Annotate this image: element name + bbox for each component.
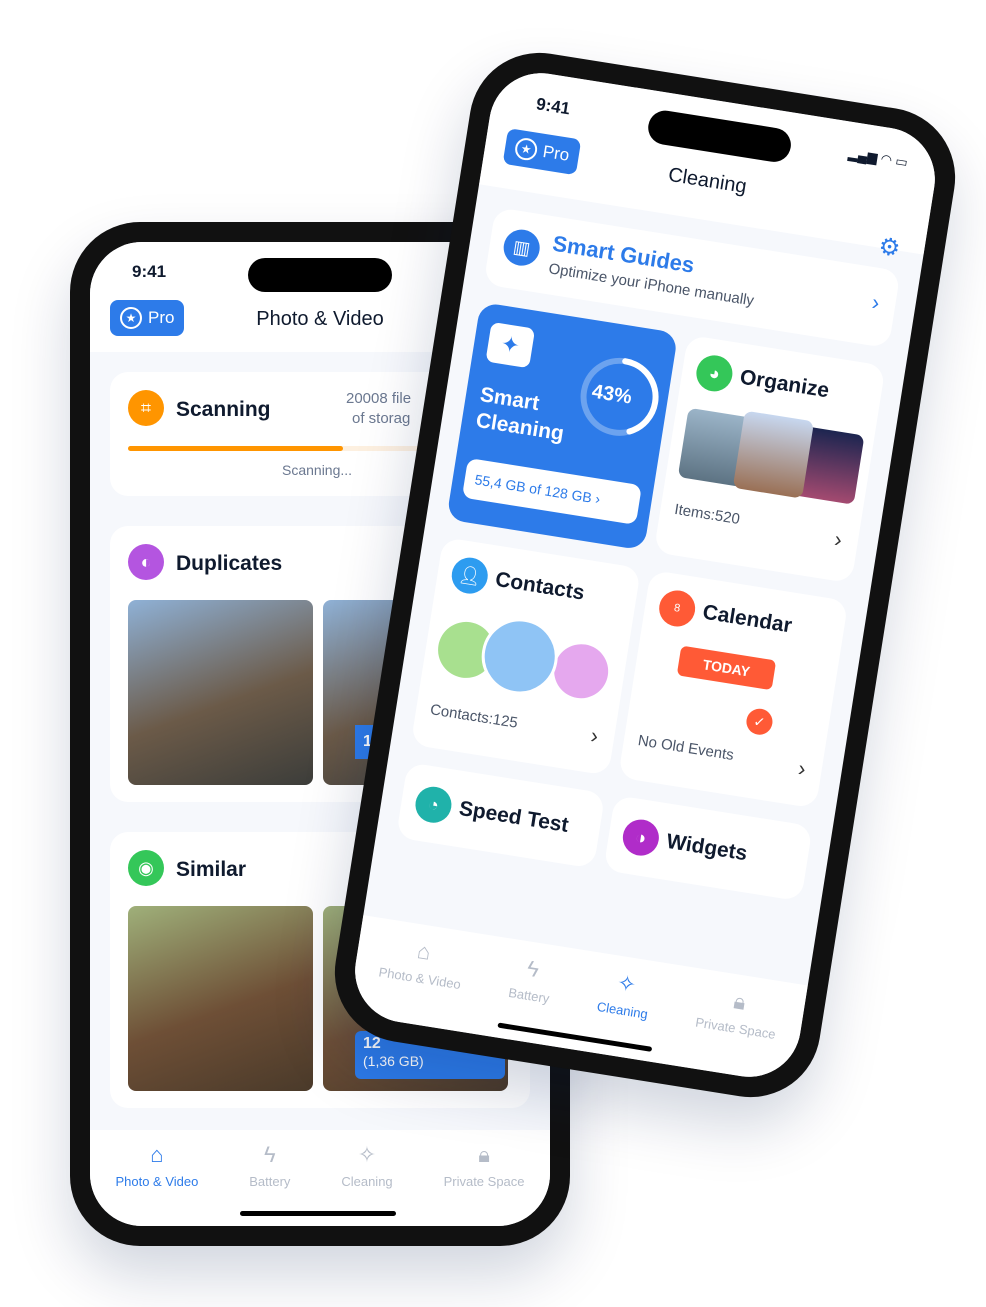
chevron-right-icon: › [796, 755, 808, 782]
similar-title: Similar [176, 858, 247, 881]
organize-title: Organize [738, 365, 831, 403]
organize-count: Items:520 [673, 500, 742, 529]
chevron-right-icon: › [832, 526, 844, 553]
scanning-title: Scanning [176, 398, 271, 421]
right-phone: 9:41 ▂▄▆ ◠ ▭ ★ Pro Cleaning ⚙ ▥ Smart Gui… [324, 42, 966, 1108]
similar-photo[interactable] [128, 906, 313, 1091]
bolt-icon: ϟ [525, 955, 541, 983]
duplicates-title: Duplicates [176, 552, 283, 575]
home-icon: ⌂ [415, 938, 433, 965]
lock-icon: 🔒︎ [731, 988, 748, 1015]
organize-card[interactable]: ◕ Organize Items:520 › [653, 334, 886, 584]
contacts-card[interactable]: 👤︎ Contacts Contacts:125 › [410, 537, 642, 776]
home-icon: ⌂ [150, 1142, 164, 1167]
smart-cleaning-card[interactable]: ✦ 43% Smart Cleaning 55,4 GB of 128 GB › [446, 301, 679, 551]
calendar-card[interactable]: 8 Calendar TODAY ✓ No Old Events › [618, 569, 849, 809]
bolt-icon: ϟ [264, 1142, 276, 1167]
widgets-title: Widgets [664, 829, 749, 866]
organize-photo [732, 410, 815, 499]
calendar-status: No Old Events [636, 732, 735, 764]
duplicate-photo[interactable] [128, 600, 313, 785]
scan-icon: ⌗ [128, 390, 164, 426]
tab-photo-video[interactable]: ⌂ Photo & Video [372, 933, 467, 1031]
contact-avatar [550, 640, 613, 703]
sparkle-icon: ✧ [615, 969, 638, 998]
sparkle-icon: ✧ [357, 1142, 377, 1167]
organize-icon: ◕ [693, 352, 735, 394]
storage-text: of storag [352, 410, 411, 427]
tab-photo-video[interactable]: ⌂ Photo & Video [115, 1142, 198, 1226]
widgets-card[interactable]: ◑ Widgets [603, 795, 813, 902]
speed-test-card[interactable]: ◔ Speed Test [395, 762, 606, 869]
cleaning-screen: 9:41 ▂▄▆ ◠ ▭ ★ Pro Cleaning ⚙ ▥ Smart Gui… [347, 65, 943, 1085]
scan-status: Scanning... [282, 462, 353, 478]
calendar-icon: 8 [656, 587, 698, 630]
scan-progress-bar [128, 446, 458, 451]
similar-icon: ◉ [128, 850, 164, 886]
contacts-title: Contacts [493, 567, 587, 605]
tab-private-space[interactable]: 🔒︎ Private Space [444, 1142, 525, 1226]
dynamic-island [248, 258, 392, 292]
guides-icon: ▥ [501, 227, 543, 269]
speedometer-icon: ◔ [412, 784, 455, 826]
status-time: 9:41 [132, 262, 167, 281]
smart-cleaning-icon: ✦ [485, 321, 536, 369]
files-count: 20008 file [346, 390, 412, 407]
tab-private-space[interactable]: 🔒︎ Private Space [688, 983, 781, 1081]
home-indicator [240, 1211, 396, 1216]
duplicates-icon: ◐ [128, 544, 164, 580]
contact-avatar [476, 612, 564, 700]
storage-pill[interactable]: 55,4 GB of 128 GB › [461, 457, 642, 525]
calendar-title: Calendar [701, 600, 794, 638]
chevron-right-icon: › [589, 722, 601, 749]
smart-cleaning-title: Cleaning [474, 408, 566, 446]
lock-icon: 🔒︎ [478, 1142, 490, 1167]
chevron-right-icon: › [870, 289, 882, 316]
speed-test-title: Speed Test [457, 796, 571, 837]
contacts-count: Contacts:125 [428, 701, 519, 732]
settings-icon[interactable]: ⚙ [877, 232, 903, 264]
widgets-icon: ◑ [620, 816, 662, 859]
check-icon: ✓ [744, 706, 775, 737]
today-badge: TODAY [676, 645, 777, 691]
contacts-icon: 👤︎ [449, 554, 491, 597]
